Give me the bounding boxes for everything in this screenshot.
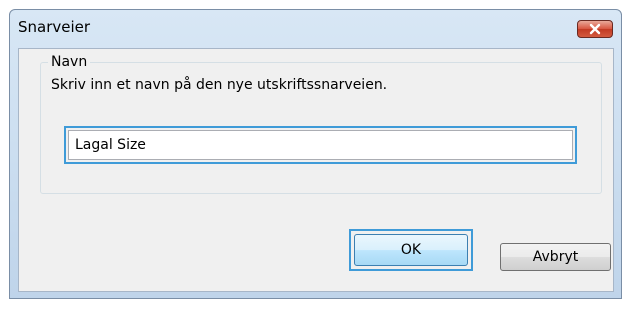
group-description: Skriv inn et navn på den nye utskriftssn… <box>51 77 388 93</box>
name-groupbox: Navn Skriv inn et navn på den nye utskri… <box>40 54 602 194</box>
name-input-focus-frame <box>64 126 577 164</box>
ok-button-focus-frame: OK <box>349 229 473 271</box>
window-title: Snarveier <box>18 18 91 36</box>
group-legend: Navn <box>48 54 91 70</box>
cancel-button[interactable]: Avbryt <box>500 243 611 271</box>
title-bar[interactable]: Snarveier <box>10 10 621 48</box>
dialog-window: Snarveier Navn Skriv inn et navn på den … <box>9 9 622 299</box>
shortcut-name-input[interactable] <box>68 130 573 160</box>
dialog-body: Navn Skriv inn et navn på den nye utskri… <box>18 48 614 292</box>
close-icon <box>589 23 601 35</box>
ok-button[interactable]: OK <box>354 234 468 266</box>
close-button[interactable] <box>577 20 613 38</box>
